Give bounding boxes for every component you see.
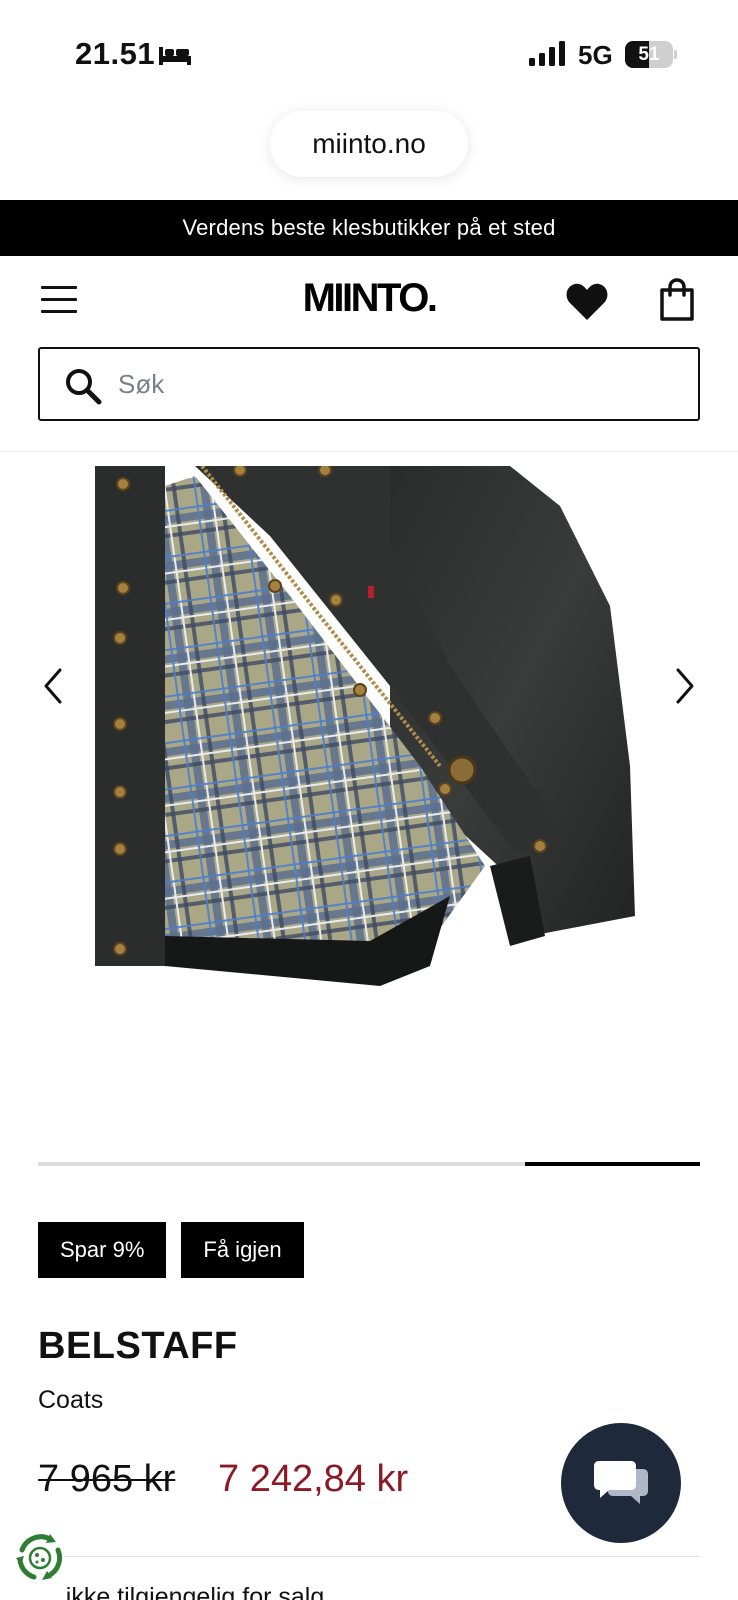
product-badges: Spar 9% Få igjen: [38, 1222, 304, 1278]
product-gallery: [0, 452, 738, 1166]
cellular-signal-icon: [529, 41, 565, 66]
shopping-bag-icon[interactable]: [657, 278, 697, 322]
search-box[interactable]: [38, 347, 700, 421]
miinto-logo[interactable]: MIINTO.: [0, 276, 738, 321]
original-price: 7 965 kr: [38, 1458, 176, 1500]
battery-icon: 51: [625, 41, 677, 68]
status-bar: 21.51 5G 51: [0, 0, 738, 100]
heart-icon[interactable]: [565, 282, 609, 322]
info-divider: [38, 1556, 700, 1557]
gallery-progress-track: [38, 1162, 700, 1166]
product-image[interactable]: [90, 466, 650, 1018]
product-category: Coats: [38, 1386, 104, 1414]
site-header: MIINTO.: [0, 256, 738, 344]
status-time: 21.51: [75, 36, 156, 71]
battery-percent: 51: [638, 44, 660, 65]
search-input[interactable]: [118, 349, 678, 419]
product-page: 21.51 5G 51 miinto.no Verdens beste kles…: [0, 0, 738, 1600]
availability-text: ... ikke tilgjengelig for salg: [38, 1583, 325, 1600]
search-icon: [66, 369, 102, 405]
chevron-right-icon[interactable]: [668, 656, 704, 716]
cookie-settings-icon[interactable]: [12, 1530, 68, 1586]
product-brand[interactable]: BELSTAFF: [38, 1325, 238, 1368]
chat-button[interactable]: [561, 1423, 681, 1543]
chat-bubbles-icon: [594, 1461, 648, 1504]
sale-price: 7 242,84 kr: [218, 1458, 409, 1500]
address-bar[interactable]: miinto.no: [270, 111, 468, 177]
announcement-bar: Verdens beste klesbutikker på et sted: [0, 200, 738, 256]
network-type: 5G: [578, 40, 613, 70]
chevron-left-icon[interactable]: [34, 656, 70, 716]
gallery-progress-indicator: [524, 1162, 700, 1166]
cashback-badge: Få igjen: [181, 1222, 304, 1278]
discount-badge: Spar 9%: [38, 1222, 167, 1278]
sleep-focus-icon: [159, 47, 191, 65]
